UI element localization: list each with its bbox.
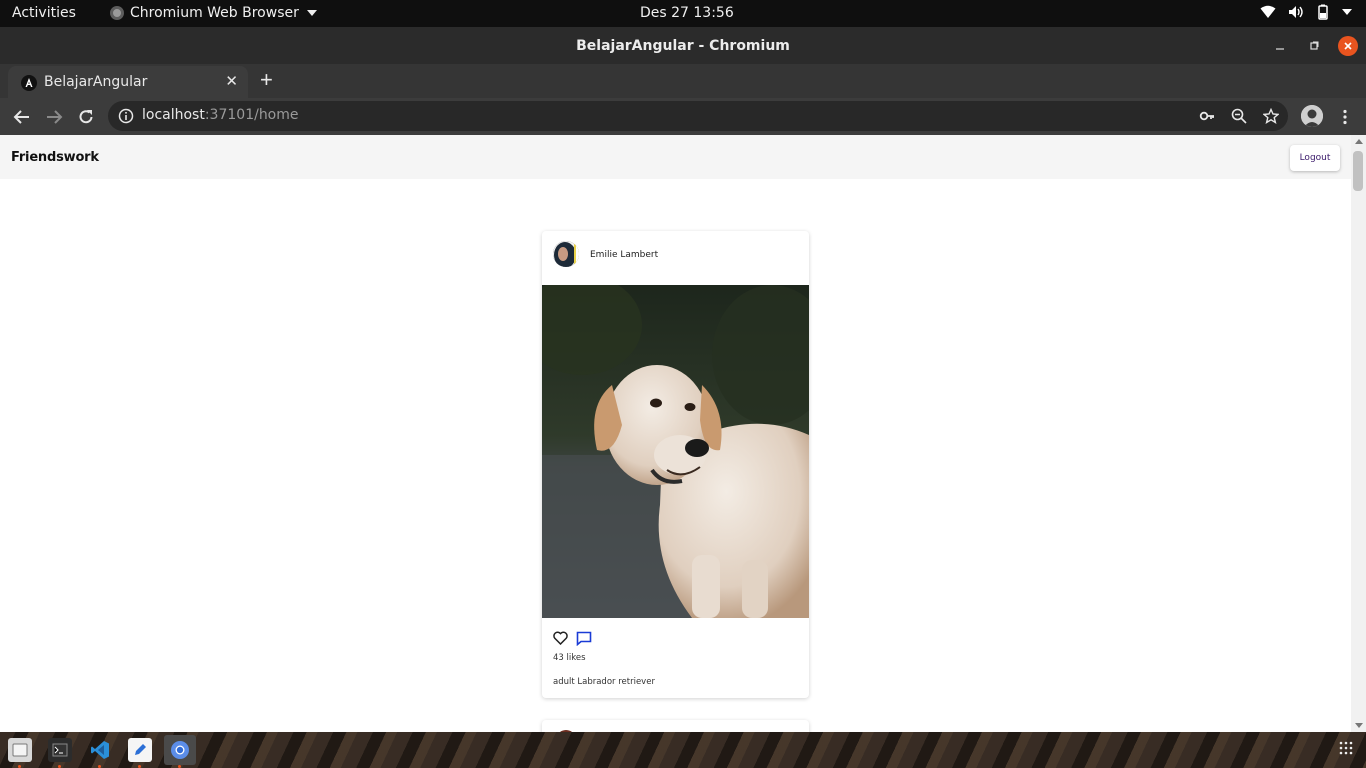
battery-icon: [1316, 4, 1330, 20]
reload-button[interactable]: [75, 106, 97, 128]
like-count: 43 likes: [553, 653, 586, 663]
address-bar[interactable]: localhost:37101/home: [108, 101, 1288, 131]
chrome-menu-button[interactable]: [1334, 106, 1356, 128]
volume-icon: [1288, 5, 1304, 19]
post-card: Emilie Lambert 43 likes adult Labrador r…: [542, 231, 809, 698]
page-scrollbar[interactable]: [1351, 135, 1366, 732]
activities-button[interactable]: Activities: [12, 5, 76, 21]
comment-icon[interactable]: [576, 631, 592, 651]
browser-toolbar: localhost:37101/home: [0, 98, 1366, 135]
tab-belajarangular[interactable]: BelajarAngular ✕: [8, 66, 248, 98]
chromium-dock-icon[interactable]: [164, 735, 196, 768]
power-menu-caret-icon: [1342, 8, 1352, 16]
show-applications-icon[interactable]: [1338, 740, 1354, 756]
window-title-bar[interactable]: BelajarAngular - Chromium: [0, 27, 1366, 64]
tab-strip: BelajarAngular ✕ +: [0, 64, 1366, 98]
system-tray[interactable]: [1260, 4, 1352, 20]
url-host: localhost: [142, 107, 205, 123]
brand-title[interactable]: Friendswork: [11, 150, 99, 165]
heart-icon[interactable]: [553, 631, 568, 650]
tab-label: BelajarAngular: [44, 74, 148, 90]
close-tab-icon[interactable]: ✕: [225, 72, 238, 90]
url-text[interactable]: localhost:37101/home: [142, 107, 299, 123]
system-top-bar: Activities Chromium Web Browser Des 27 1…: [0, 0, 1366, 27]
wifi-icon: [1260, 5, 1276, 19]
scroll-up-arrow-icon[interactable]: [1355, 139, 1363, 144]
chromium-icon: [110, 6, 124, 20]
minimize-button[interactable]: [1270, 36, 1290, 56]
files-icon[interactable]: [8, 738, 32, 768]
close-window-button[interactable]: [1338, 36, 1358, 56]
vscode-icon[interactable]: [88, 738, 112, 768]
app-menu[interactable]: Chromium Web Browser: [110, 5, 317, 21]
clock[interactable]: Des 27 13:56: [640, 5, 734, 21]
app-menu-label: Chromium Web Browser: [130, 5, 299, 21]
scrollbar-thumb[interactable]: [1353, 151, 1363, 191]
new-tab-button[interactable]: +: [260, 69, 273, 91]
profile-avatar[interactable]: [1301, 105, 1323, 127]
site-info-icon[interactable]: [118, 108, 134, 129]
zoom-icon[interactable]: [1231, 108, 1247, 129]
post-caption: adult Labrador retriever: [553, 677, 655, 687]
angular-favicon-icon: [21, 75, 37, 91]
wallpaper: [0, 732, 1366, 768]
text-editor-icon[interactable]: [128, 738, 152, 768]
user-avatar[interactable]: [553, 241, 579, 267]
url-path: :37101/home: [204, 107, 299, 123]
maximize-button[interactable]: [1304, 36, 1324, 56]
app-toolbar: Friendswork Logout: [0, 135, 1351, 179]
back-button[interactable]: [11, 106, 33, 128]
next-post-card: [542, 720, 809, 732]
forward-button[interactable]: [43, 106, 65, 128]
post-photo[interactable]: [542, 275, 809, 618]
caret-down-icon: [306, 10, 317, 16]
window-title: BelajarAngular - Chromium: [576, 38, 790, 54]
terminal-icon[interactable]: [48, 738, 72, 768]
scroll-down-arrow-icon[interactable]: [1355, 723, 1363, 728]
page-viewport: Friendswork Logout Emilie Lambert 43 lik…: [0, 135, 1366, 732]
key-icon[interactable]: [1199, 108, 1215, 129]
dock: [0, 732, 1366, 768]
logout-button[interactable]: Logout: [1290, 145, 1340, 171]
star-icon[interactable]: [1262, 107, 1280, 129]
post-username[interactable]: Emilie Lambert: [590, 250, 658, 260]
